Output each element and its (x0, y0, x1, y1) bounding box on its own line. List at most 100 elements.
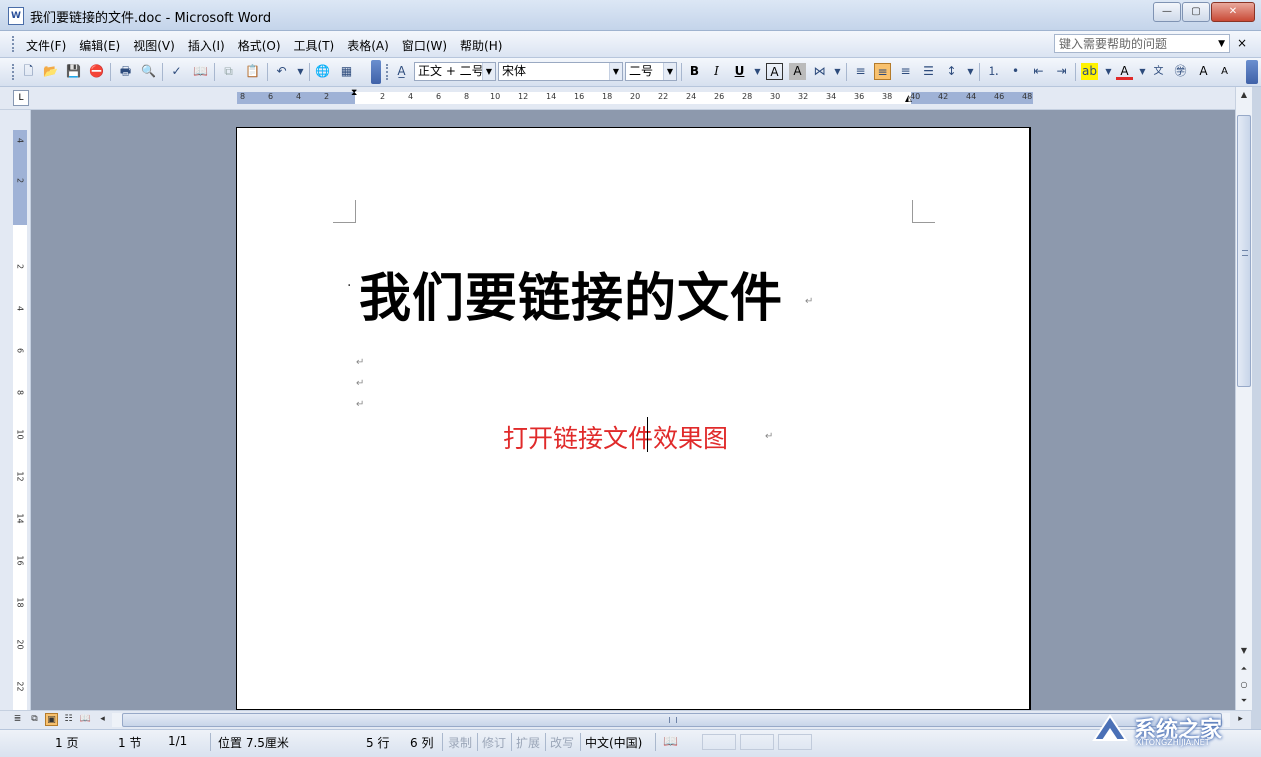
toolbar-grip-handle[interactable] (12, 64, 17, 80)
scroll-down-icon[interactable]: ▼ (1236, 643, 1252, 659)
document-page[interactable]: · 我们要链接的文件 ↵ ↵ ↵ ↵ 打开链接文件效果图 ↵ (236, 127, 1031, 710)
select-browse-object-icon[interactable]: ○ (1236, 677, 1252, 693)
font-select[interactable]: 宋体 ▼ (498, 62, 623, 81)
web-layout-icon[interactable]: ⧉ (28, 713, 41, 726)
close-button[interactable]: ✕ (1211, 2, 1255, 22)
menu-window[interactable]: 窗口(W) (396, 35, 453, 56)
status-record[interactable]: 录制 (448, 734, 472, 751)
horizontal-scrollbar[interactable] (112, 713, 1230, 727)
styles-icon[interactable]: A̲ (393, 63, 410, 80)
next-page-icon[interactable]: ⏷ (1236, 693, 1252, 709)
vertical-scroll-thumb[interactable] (1237, 115, 1251, 387)
status-extend[interactable]: 扩展 (516, 734, 540, 751)
line-spacing-icon[interactable]: ↕ (943, 63, 960, 80)
chevron-down-icon[interactable]: ▼ (609, 63, 622, 80)
highlight-icon[interactable]: ab (1081, 63, 1098, 80)
character-border-icon[interactable]: A (766, 63, 783, 80)
menu-file[interactable]: 文件(F) (20, 35, 72, 56)
document-heading[interactable]: 我们要链接的文件 (359, 256, 783, 331)
grow-font-icon[interactable]: A (1195, 63, 1212, 80)
vertical-scrollbar[interactable]: ▲ ▼ ⏶ ○ ⏷ (1235, 87, 1252, 710)
new-icon[interactable]: 🗋 (20, 63, 37, 80)
help-search-input[interactable]: 键入需要帮助的问题 ▼ (1054, 34, 1230, 53)
toolbar-options-button[interactable] (1246, 60, 1258, 84)
phonetic-guide-icon[interactable]: 文 (1150, 63, 1167, 80)
print-preview-icon[interactable]: 🔍 (140, 63, 157, 80)
status-line[interactable]: 5 行 (366, 734, 389, 751)
scroll-left-icon[interactable]: ◂ (96, 713, 109, 726)
undo-dropdown-icon[interactable]: ▼ (292, 63, 309, 80)
toolbar-grip-handle[interactable] (386, 64, 391, 80)
status-page-count[interactable]: 1/1 (168, 734, 187, 748)
toolbar-options-button[interactable] (371, 60, 381, 84)
status-page[interactable]: 1 页 (55, 734, 78, 751)
shrink-font-icon[interactable]: A (1216, 63, 1233, 80)
character-scaling-icon[interactable]: ⋈ (811, 63, 828, 80)
status-column[interactable]: 6 列 (410, 734, 433, 751)
print-icon[interactable]: 🖶 (117, 63, 134, 80)
menu-edit[interactable]: 编辑(E) (73, 35, 126, 56)
menu-grip-handle[interactable] (12, 36, 17, 52)
distribute-icon[interactable]: ☰ (920, 63, 937, 80)
menu-help[interactable]: 帮助(H) (454, 35, 508, 56)
paste-icon[interactable]: 📋 (244, 63, 261, 80)
font-color-dropdown-icon[interactable]: ▼ (1134, 63, 1151, 80)
red-text-line[interactable]: 打开链接文件效果图 (503, 419, 728, 455)
character-shading-icon[interactable]: A (789, 63, 806, 80)
chevron-down-icon[interactable]: ▼ (1218, 35, 1225, 54)
underline-dropdown-icon[interactable]: ▼ (749, 63, 766, 80)
right-indent-marker[interactable]: ◭ (905, 94, 912, 104)
copy-icon[interactable]: ⧉ (220, 63, 237, 80)
save-icon[interactable]: 💾 (65, 63, 82, 80)
minimize-button[interactable]: — (1153, 2, 1181, 22)
status-language[interactable]: 中文(中国) (585, 734, 642, 751)
menu-insert[interactable]: 插入(I) (182, 35, 231, 56)
scaling-dropdown-icon[interactable]: ▼ (829, 63, 846, 80)
spelling-icon[interactable]: ✓ (168, 63, 185, 80)
align-center-icon[interactable]: ≡ (874, 63, 891, 80)
chevron-down-icon[interactable]: ▼ (663, 63, 676, 80)
highlight-dropdown-icon[interactable]: ▼ (1100, 63, 1117, 80)
outline-view-icon[interactable]: ☷ (62, 713, 75, 726)
maximize-button[interactable]: ▢ (1182, 2, 1210, 22)
hyperlink-icon[interactable]: 🌐 (314, 63, 331, 80)
font-size-select[interactable]: 二号 ▼ (625, 62, 677, 81)
reading-layout-icon[interactable]: 📖 (79, 713, 92, 726)
status-section[interactable]: 1 节 (118, 734, 141, 751)
status-position[interactable]: 位置 7.5厘米 (218, 734, 289, 751)
enclose-characters-icon[interactable]: ㊫ (1172, 63, 1189, 80)
print-layout-icon[interactable]: ▣ (45, 713, 58, 726)
bullets-icon[interactable]: • (1007, 63, 1024, 80)
font-color-icon[interactable]: A (1116, 63, 1133, 80)
align-right-icon[interactable]: ≡ (897, 63, 914, 80)
style-select[interactable]: 正文 + 二号 ▼ (414, 62, 496, 81)
menu-table[interactable]: 表格(A) (341, 35, 395, 56)
horizontal-scroll-thumb[interactable] (122, 713, 1222, 727)
status-track-changes[interactable]: 修订 (482, 734, 506, 751)
tab-stop-selector[interactable]: L (13, 90, 29, 106)
previous-page-icon[interactable]: ⏶ (1236, 661, 1252, 677)
research-icon[interactable]: 📖 (192, 63, 209, 80)
document-close-button[interactable]: × (1237, 36, 1247, 50)
italic-button[interactable]: I (708, 63, 725, 80)
table-icon[interactable]: ▦ (338, 63, 355, 80)
line-spacing-dropdown-icon[interactable]: ▼ (962, 63, 979, 80)
normal-view-icon[interactable]: ≣ (11, 713, 24, 726)
decrease-indent-icon[interactable]: ⇤ (1030, 63, 1047, 80)
underline-button[interactable]: U (731, 63, 748, 80)
align-justify-icon[interactable]: ≡ (852, 63, 869, 80)
first-line-indent-marker[interactable]: ⧗ (351, 88, 357, 98)
menu-view[interactable]: 视图(V) (127, 35, 181, 56)
chevron-down-icon[interactable]: ▼ (482, 63, 495, 80)
open-icon[interactable]: 📂 (42, 63, 59, 80)
vertical-ruler[interactable]: 4 2 2 4 6 8 10 12 14 16 18 20 22 (0, 110, 31, 710)
increase-indent-icon[interactable]: ⇥ (1053, 63, 1070, 80)
word-app-icon[interactable]: W (8, 7, 24, 25)
menu-format[interactable]: 格式(O) (232, 35, 287, 56)
bold-button[interactable]: B (686, 63, 703, 80)
numbering-icon[interactable]: ⒈ (985, 63, 1002, 80)
undo-icon[interactable]: ↶ (273, 63, 290, 80)
status-overtype[interactable]: 改写 (550, 734, 574, 751)
scroll-up-icon[interactable]: ▲ (1236, 87, 1252, 103)
spelling-status-icon[interactable]: 📖 (663, 734, 678, 748)
